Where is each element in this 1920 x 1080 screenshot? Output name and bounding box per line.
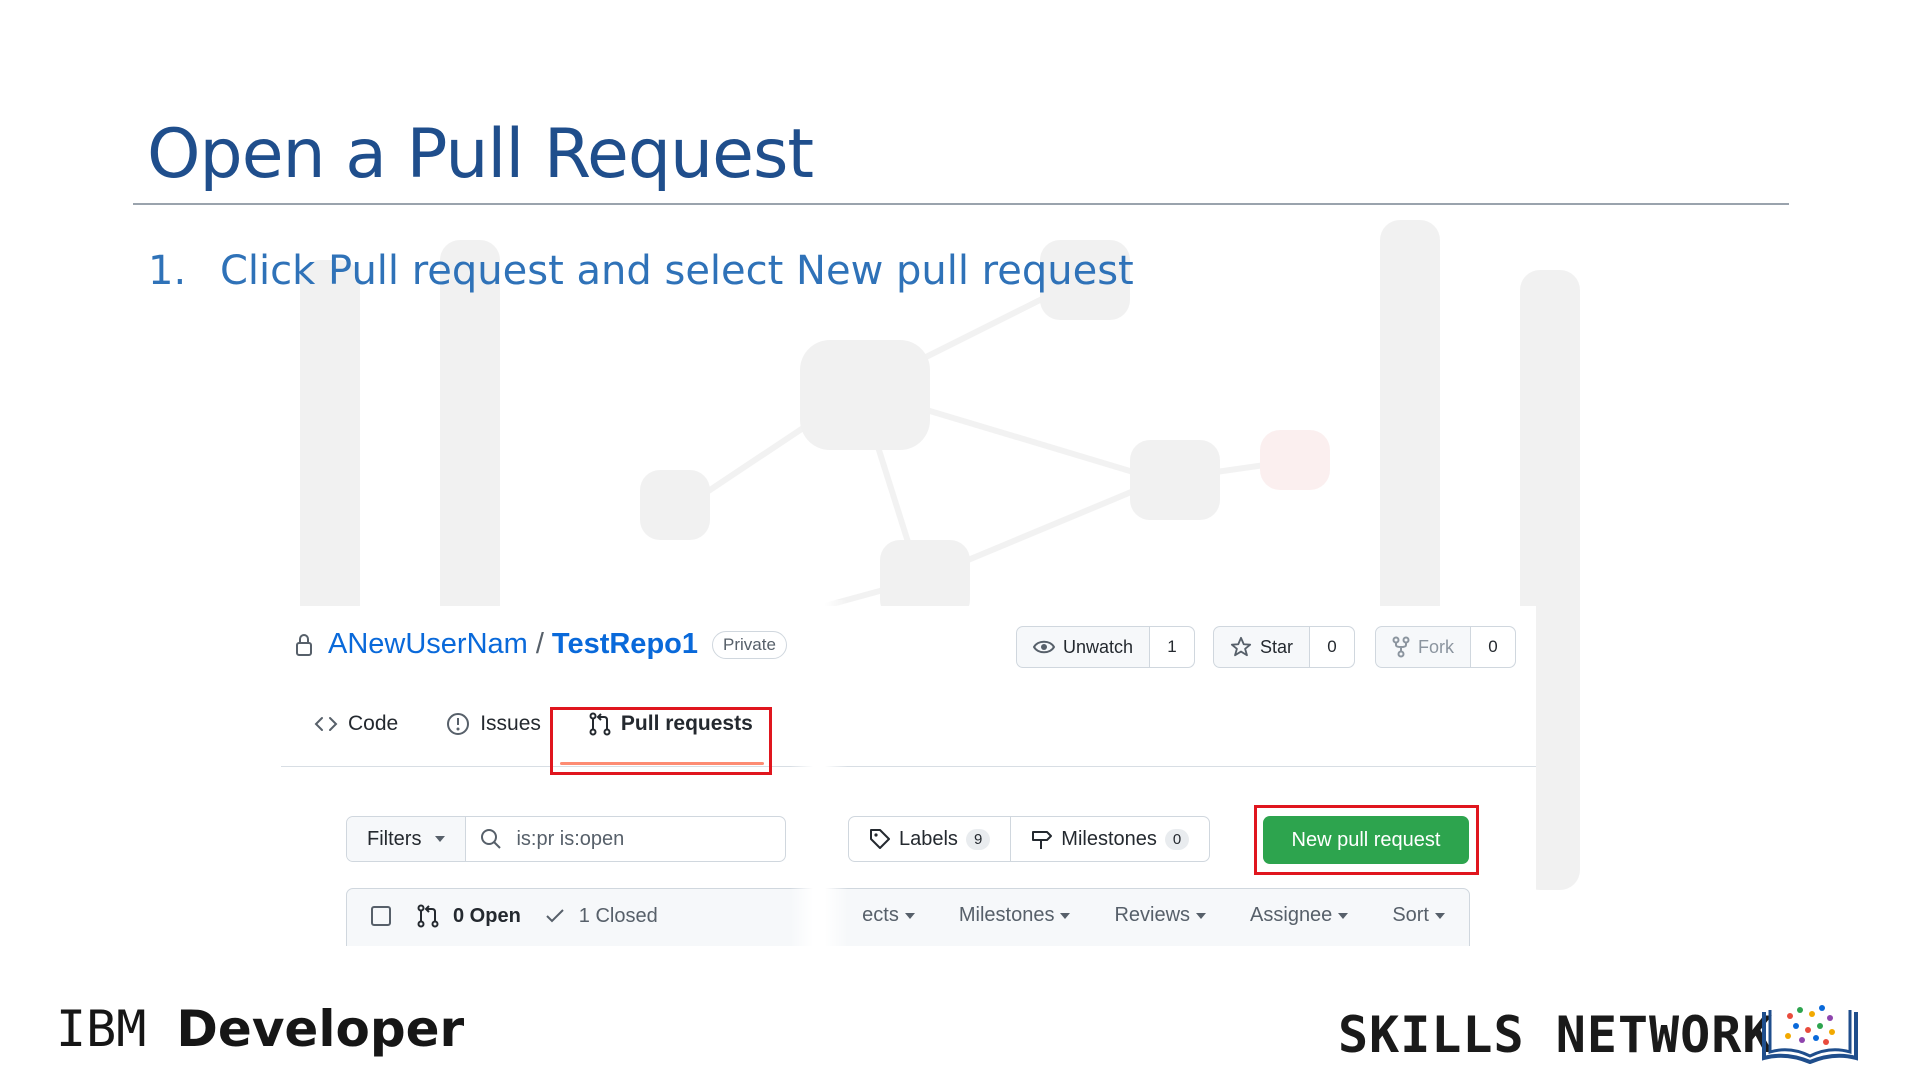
ibm-developer-logo: IBM Developer <box>56 1000 464 1058</box>
open-count-link[interactable]: 0 Open <box>453 905 521 928</box>
highlight-box-new-pull-request <box>1254 805 1479 875</box>
skills-network-logo-text: SKILLS NETWORK <box>1338 1006 1774 1064</box>
step-text: Click Pull request and select New pull r… <box>220 248 1134 294</box>
pr-list-header: 0 Open 1 Closed ects Milestones Reviews … <box>346 888 1470 946</box>
stars-count[interactable]: 0 <box>1310 627 1355 667</box>
labels-button[interactable]: Labels 9 <box>849 817 1010 861</box>
reviews-dropdown[interactable]: Reviews <box>1114 904 1207 927</box>
chevron-down-icon <box>904 912 915 919</box>
step-number: 1. <box>148 248 187 294</box>
milestones-button[interactable]: Milestones 0 <box>1010 817 1209 861</box>
star-icon <box>1230 636 1252 657</box>
star-button-group: Star 0 <box>1213 626 1356 668</box>
milestones-label: Milestones <box>1061 827 1157 850</box>
issue-icon <box>447 713 470 735</box>
eye-icon <box>1033 640 1055 654</box>
forks-count[interactable]: 0 <box>1471 627 1515 667</box>
fork-button[interactable]: Fork <box>1376 627 1471 667</box>
ibm-wordmark: IBM <box>56 1000 147 1058</box>
title-divider <box>133 203 1789 205</box>
search-icon <box>481 829 502 849</box>
lock-icon <box>296 633 312 656</box>
unwatch-label: Unwatch <box>1063 636 1134 657</box>
repo-name-link[interactable]: TestRepo1 <box>552 628 698 661</box>
screenshot-splice-fade <box>790 600 848 950</box>
select-all-checkbox[interactable] <box>371 906 391 926</box>
milestone-icon <box>1032 831 1053 849</box>
tab-issues-label: Issues <box>480 712 541 735</box>
chevron-down-icon <box>1338 912 1349 919</box>
search-value: is:pr is:open <box>516 827 625 850</box>
visibility-badge: Private <box>712 630 787 659</box>
chevron-down-icon <box>1196 912 1207 919</box>
check-icon <box>546 909 564 923</box>
chevron-down-icon <box>1435 912 1445 919</box>
sort-dropdown[interactable]: Sort <box>1392 904 1445 927</box>
tab-issues[interactable]: Issues <box>446 712 541 736</box>
skills-network-book-icon <box>1762 1005 1858 1064</box>
tab-code[interactable]: Code <box>314 712 398 736</box>
highlight-box-pull-requests-tab <box>550 707 772 775</box>
fork-icon <box>1392 636 1410 658</box>
code-icon <box>314 717 338 731</box>
milestones-count: 0 <box>1164 828 1190 850</box>
assignee-label: Assignee <box>1250 904 1333 926</box>
milestones-filter-label: Milestones <box>958 904 1055 926</box>
tab-code-label: Code <box>348 712 399 735</box>
search-input[interactable]: is:pr is:open <box>466 817 638 861</box>
step-instruction: 1. Click Pull request and select New pull… <box>148 248 1134 294</box>
pr-list-sorters: ects Milestones Reviews Assignee Sort <box>862 904 1445 927</box>
star-label: Star <box>1260 636 1294 657</box>
labels-milestones-group: Labels 9 Milestones 0 <box>848 816 1211 862</box>
projects-label: ects <box>862 904 899 926</box>
filter-search-bar: Filters is:pr is:open <box>346 816 786 862</box>
filters-label: Filters <box>367 827 422 850</box>
pull-request-icon <box>417 904 439 928</box>
unwatch-button[interactable]: Unwatch <box>1017 627 1151 667</box>
repo-header: ANewUserNam / TestRepo1 Private <box>294 628 787 661</box>
filters-dropdown[interactable]: Filters <box>347 817 467 861</box>
labels-label: Labels <box>899 827 958 850</box>
repo-owner-link[interactable]: ANewUserNam <box>328 628 528 661</box>
chevron-down-icon <box>1060 912 1071 919</box>
star-button[interactable]: Star <box>1214 627 1311 667</box>
closed-count-link[interactable]: 1 Closed <box>579 905 658 928</box>
tag-icon <box>870 829 890 849</box>
fork-label: Fork <box>1418 636 1454 657</box>
slide-title: Open a Pull Request <box>147 115 814 194</box>
projects-dropdown[interactable]: ects <box>862 904 915 927</box>
watchers-count[interactable]: 1 <box>1150 627 1195 667</box>
assignee-dropdown[interactable]: Assignee <box>1250 904 1349 927</box>
developer-wordmark: Developer <box>176 1000 465 1058</box>
reviews-label: Reviews <box>1114 904 1191 926</box>
fork-button-group: Fork 0 <box>1375 626 1516 668</box>
chevron-down-icon <box>435 836 446 842</box>
labels-count: 9 <box>965 828 991 850</box>
repo-path-separator: / <box>535 628 544 660</box>
milestones-dropdown[interactable]: Milestones <box>959 904 1071 927</box>
unwatch-button-group: Unwatch 1 <box>1016 626 1196 668</box>
tabs-divider <box>281 766 1536 767</box>
pr-state-filters: 0 Open 1 Closed <box>371 904 658 928</box>
sort-label: Sort <box>1392 904 1429 926</box>
